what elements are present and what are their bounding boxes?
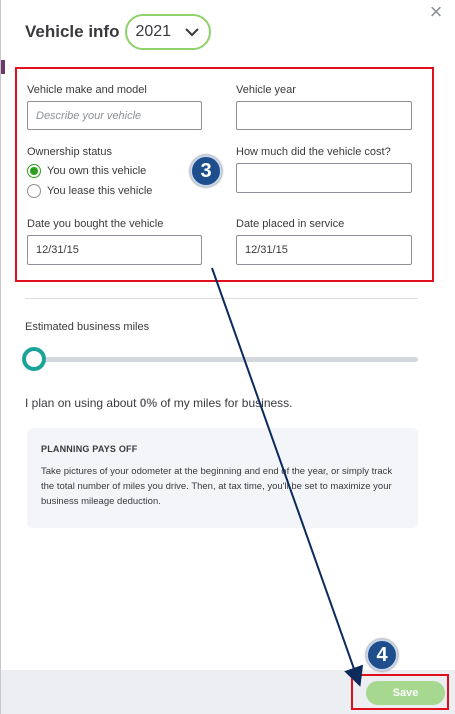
tip-title: PLANNING PAYS OFF <box>41 444 138 454</box>
radio-own[interactable]: You own this vehicle <box>27 164 146 178</box>
usage-suffix: of my miles for business. <box>160 396 293 410</box>
usage-percent: 0% <box>139 396 158 410</box>
usage-sentence: I plan on using about 0% of my miles for… <box>25 396 293 410</box>
bought-date-label: Date you bought the vehicle <box>27 218 164 230</box>
panel-header: Vehicle info 2021 <box>25 12 212 52</box>
radio-lease-circle[interactable] <box>27 184 41 198</box>
left-edge-strip <box>1 0 6 714</box>
planning-tip-box: PLANNING PAYS OFF Take pictures of your … <box>27 428 418 528</box>
business-miles-slider-thumb[interactable] <box>22 347 46 371</box>
step-4-badge: 4 <box>366 639 398 671</box>
vehicle-cost-input[interactable] <box>236 163 412 193</box>
save-button[interactable]: Save <box>366 681 445 705</box>
section-divider <box>25 298 418 299</box>
usage-prefix: I plan on using about <box>25 396 137 410</box>
make-model-input[interactable]: Describe your vehicle <box>27 101 202 130</box>
year-dropdown[interactable]: 2021 <box>125 14 212 50</box>
bought-date-input[interactable]: 12/31/15 <box>27 235 202 265</box>
service-date-label: Date placed in service <box>236 218 345 230</box>
panel-title: Vehicle info <box>25 22 120 41</box>
radio-own-circle[interactable] <box>27 164 41 178</box>
radio-own-label: You own this vehicle <box>47 165 147 177</box>
vehicle-cost-label: How much did the vehicle cost? <box>236 146 391 158</box>
make-model-label: Vehicle make and model <box>27 84 147 96</box>
year-dropdown-value: 2021 <box>135 23 172 40</box>
tip-text: Take pictures of your odometer at the be… <box>41 466 393 507</box>
ownership-status-label: Ownership status <box>27 146 112 158</box>
close-icon[interactable]: × <box>425 1 447 24</box>
business-miles-label: Estimated business miles <box>25 321 150 333</box>
step-3-badge: 3 <box>190 155 222 187</box>
chevron-down-icon <box>185 27 200 36</box>
business-miles-slider-track[interactable] <box>25 357 418 362</box>
edge-mark <box>1 60 5 74</box>
vehicle-year-input[interactable] <box>236 101 412 130</box>
vehicle-year-label: Vehicle year <box>236 84 296 96</box>
radio-lease[interactable]: You lease this vehicle <box>27 184 152 198</box>
vehicle-info-panel: Vehicle info 2021 × Vehicle make and mod… <box>0 0 455 714</box>
service-date-input[interactable]: 12/31/15 <box>236 235 412 265</box>
radio-lease-label: You lease this vehicle <box>47 185 153 197</box>
